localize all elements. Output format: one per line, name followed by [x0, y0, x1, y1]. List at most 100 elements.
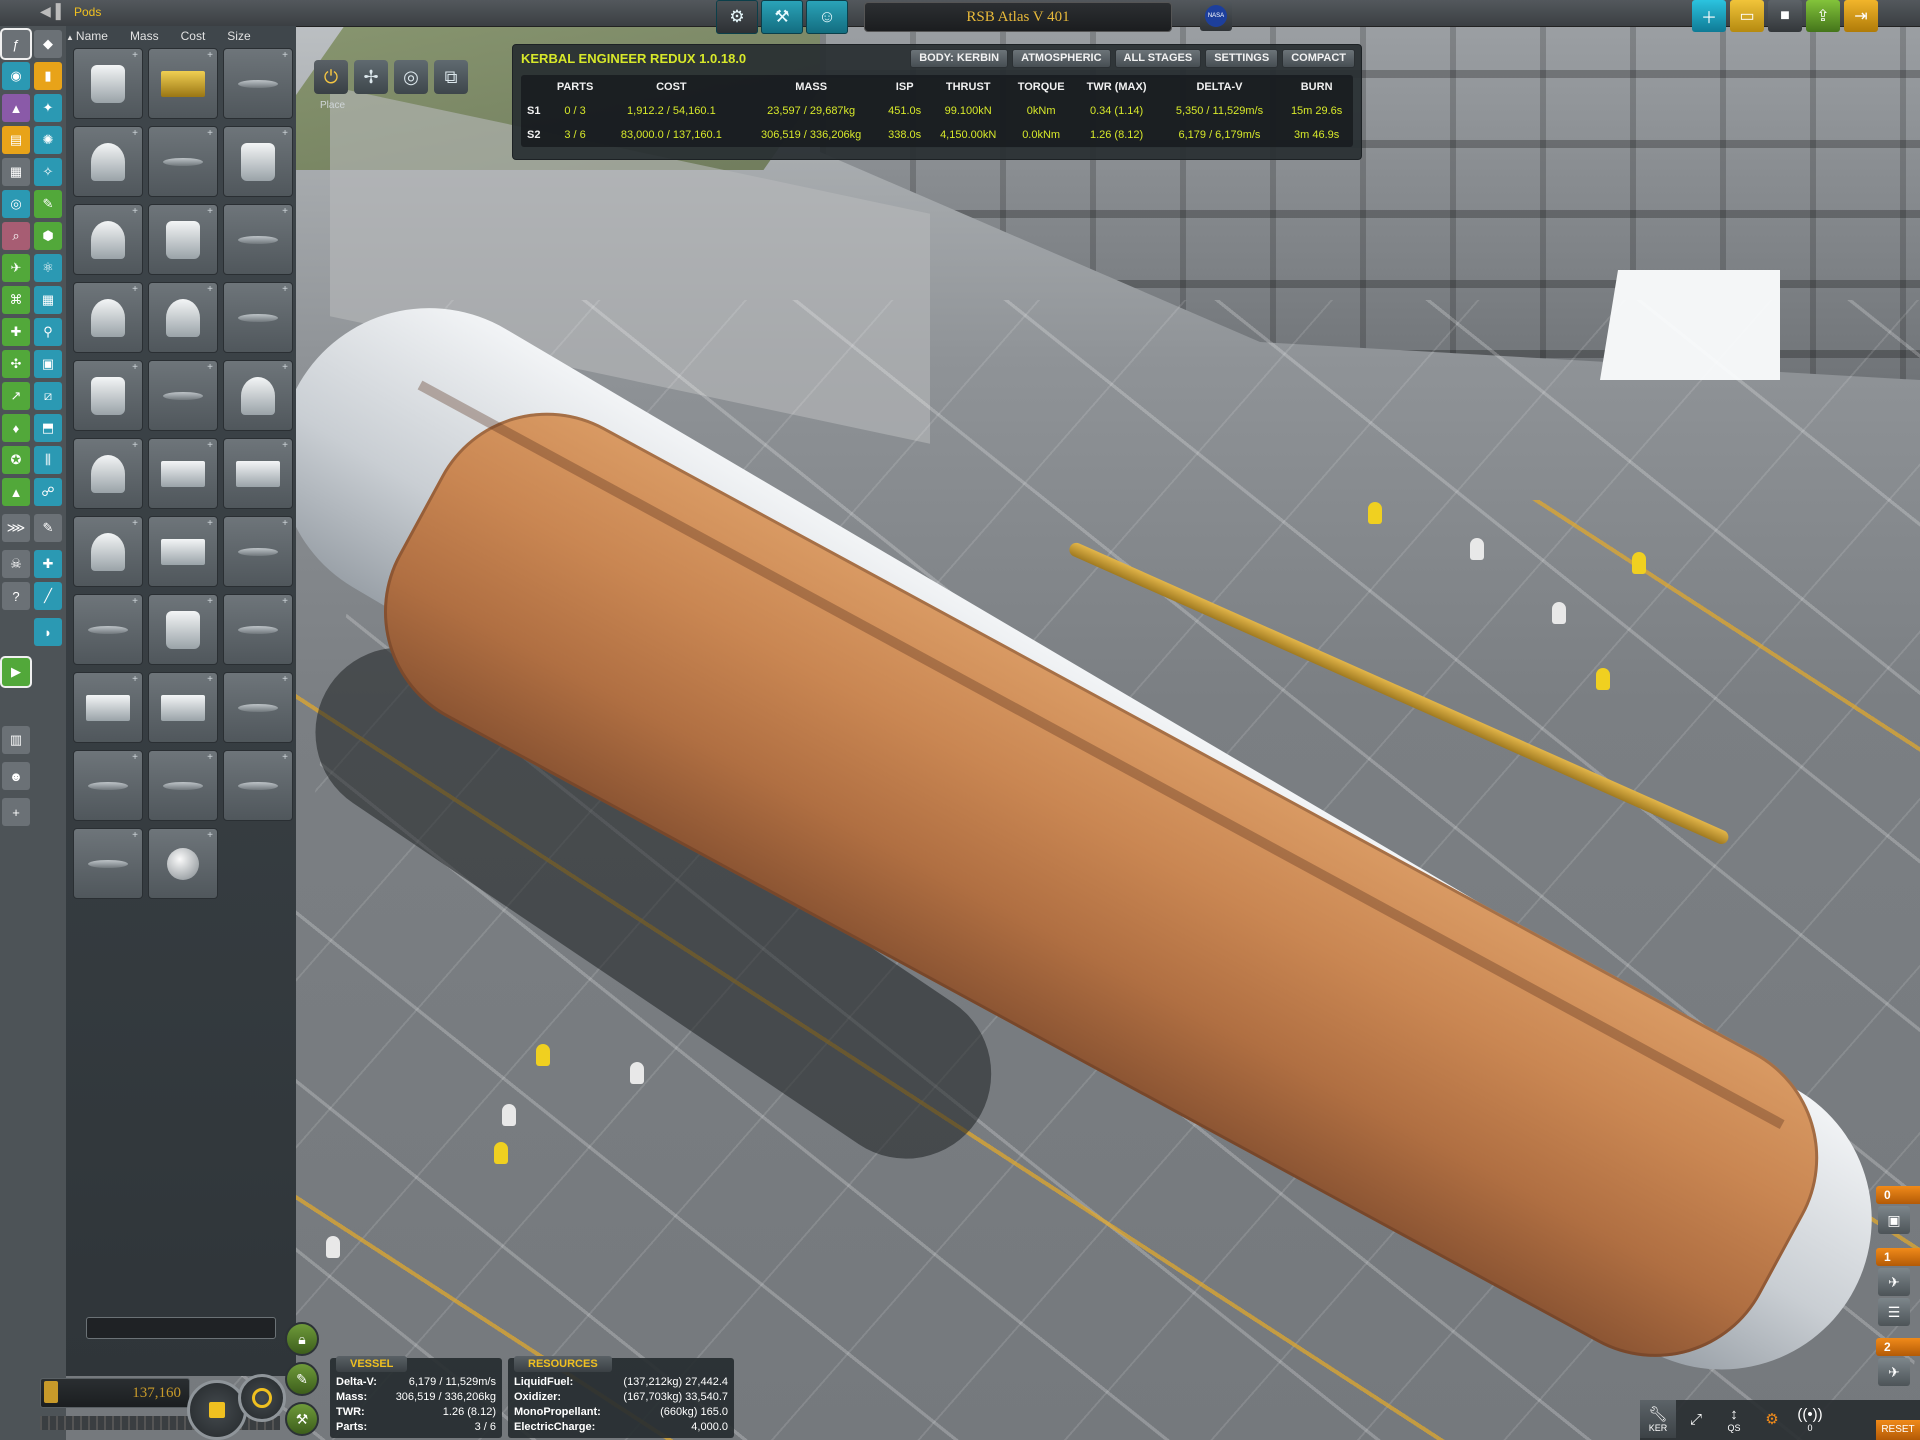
engines-category-icon[interactable]: ▲: [2, 94, 30, 122]
ker-atmospheric-button[interactable]: ATMOSPHERIC: [1012, 49, 1111, 68]
payload-category-icon[interactable]: ▦: [2, 158, 30, 186]
center-of-mass-button[interactable]: ✎: [285, 1362, 319, 1396]
wheels-category-icon[interactable]: ✣: [2, 350, 30, 378]
part-thumbnail[interactable]: +: [73, 282, 143, 353]
part-thumbnail[interactable]: +: [73, 204, 143, 275]
part-thumbnail[interactable]: +: [73, 594, 143, 665]
ship-name-field[interactable]: RSB Atlas V 401: [864, 2, 1172, 32]
part-thumbnail[interactable]: +: [223, 594, 293, 665]
sort-cost-button[interactable]: Cost: [167, 26, 214, 46]
decoupler-category-icon[interactable]: ⬒: [34, 414, 62, 442]
ker-compact-button[interactable]: COMPACT: [1282, 49, 1355, 68]
tag-filter-icon[interactable]: ◆: [34, 30, 62, 58]
antenna-category-icon[interactable]: ◗: [34, 618, 62, 646]
control-category-icon[interactable]: ✦: [34, 94, 62, 122]
part-thumbnail[interactable]: +: [148, 438, 218, 509]
part-thumbnail[interactable]: +: [148, 282, 218, 353]
drill-category-icon[interactable]: ☍: [34, 478, 62, 506]
stage-part-button[interactable]: ✈: [1878, 1358, 1910, 1386]
lights-category-icon[interactable]: ♦: [2, 414, 30, 442]
launch-button[interactable]: ⇪: [1806, 0, 1840, 32]
stage-part-button[interactable]: ☰: [1878, 1298, 1910, 1326]
fuel-tanks-category-icon[interactable]: ▮: [34, 62, 62, 90]
part-thumbnail[interactable]: +: [148, 516, 218, 587]
squad-category-icon[interactable]: ☠: [2, 550, 30, 578]
subassembly-category-icon[interactable]: ▶: [2, 658, 30, 686]
part-thumbnail[interactable]: +: [223, 48, 293, 119]
part-thumbnail[interactable]: +: [148, 204, 218, 275]
ker-settings-button[interactable]: SETTINGS: [1205, 49, 1279, 68]
sort-mass-button[interactable]: Mass: [116, 26, 167, 46]
motor-category-icon[interactable]: ✎: [34, 514, 62, 542]
part-thumbnail[interactable]: +: [148, 360, 218, 431]
ker-body-kerbin-button[interactable]: BODY: KERBIN: [910, 49, 1009, 68]
exit-button[interactable]: ⇥: [1844, 0, 1878, 32]
utility-category-icon[interactable]: ⌘: [2, 286, 30, 314]
propulsion-category-icon[interactable]: ⋙: [2, 514, 30, 542]
place-mode-button[interactable]: ⏻: [314, 60, 348, 94]
reset-button[interactable]: RESET: [1876, 1420, 1920, 1440]
stage-part-button[interactable]: ✈: [1878, 1268, 1910, 1296]
rotate-mode-button[interactable]: ◎: [394, 60, 428, 94]
electrical-category-icon[interactable]: ⌕: [2, 222, 30, 250]
center-of-thrust-button[interactable]: ⚒: [285, 1402, 319, 1436]
flag-button[interactable]: NASA: [1200, 1, 1232, 31]
coupling-category-icon[interactable]: ✺: [34, 126, 62, 154]
part-thumbnail[interactable]: +: [148, 126, 218, 197]
unknown-category-icon[interactable]: ?: [2, 582, 30, 610]
engineer-tools-button[interactable]: ⚒: [761, 0, 803, 34]
sort-size-button[interactable]: Size: [213, 26, 258, 46]
angle-snap-button[interactable]: [238, 1374, 286, 1422]
symmetry-button[interactable]: [187, 1380, 247, 1440]
part-thumbnail[interactable]: +: [73, 672, 143, 743]
tool-category-icon[interactable]: ╱: [34, 582, 62, 610]
quicksave-app-button[interactable]: ↕ QS: [1716, 1400, 1752, 1438]
communication-category-icon[interactable]: ⬢: [34, 222, 62, 250]
thermal-category-icon[interactable]: ✎: [34, 190, 62, 218]
crew-category-icon[interactable]: ☻: [2, 762, 30, 790]
satellite-category-icon[interactable]: ✚: [34, 550, 62, 578]
part-thumbnail[interactable]: +: [223, 360, 293, 431]
rcs-category-icon[interactable]: ✚: [2, 318, 30, 346]
offset-mode-button[interactable]: ✢: [354, 60, 388, 94]
action-groups-button[interactable]: ⚙: [716, 0, 758, 34]
ker-all-stages-button[interactable]: ALL STAGES: [1114, 49, 1202, 68]
settings-app-button[interactable]: ⚙: [1754, 1400, 1790, 1438]
ker-app-button[interactable]: 🔧︎ KER: [1640, 1400, 1676, 1438]
part-thumbnail[interactable]: +: [223, 672, 293, 743]
part-thumbnail[interactable]: +: [148, 672, 218, 743]
docking-category-icon[interactable]: ▣: [34, 350, 62, 378]
part-thumbnail[interactable]: +: [223, 282, 293, 353]
ground-category-icon[interactable]: ◎: [2, 190, 30, 218]
stage-part-button[interactable]: ▣: [1878, 1206, 1910, 1234]
part-thumbnail[interactable]: +: [73, 516, 143, 587]
cargo-category-icon[interactable]: ⚛: [34, 254, 62, 282]
aero-category-icon[interactable]: ✧: [34, 158, 62, 186]
part-thumbnail[interactable]: +: [223, 204, 293, 275]
part-thumbnail[interactable]: +: [223, 126, 293, 197]
stage-group[interactable]: 0 ▣: [1876, 1186, 1920, 1234]
part-thumbnail[interactable]: +: [223, 750, 293, 821]
part-thumbnail[interactable]: +: [73, 828, 143, 899]
part-thumbnail[interactable]: +: [223, 516, 293, 587]
part-thumbnail[interactable]: +: [148, 48, 218, 119]
resize-app-button[interactable]: ⤢: [1678, 1400, 1714, 1438]
ladder-category-icon[interactable]: ⫼: [34, 446, 62, 474]
function-filter-icon[interactable]: ƒ: [2, 30, 30, 58]
landing-category-icon[interactable]: ⚲: [34, 318, 62, 346]
antenna-app-button[interactable]: ((•)) 0: [1792, 1400, 1828, 1438]
structural-category-icon[interactable]: ▤: [2, 126, 30, 154]
part-thumbnail[interactable]: +: [73, 438, 143, 509]
part-thumbnail[interactable]: +: [73, 750, 143, 821]
part-thumbnail[interactable]: +: [73, 360, 143, 431]
collapse-panel-icon[interactable]: ◀▐: [40, 3, 62, 21]
root-mode-button[interactable]: ⧉: [434, 60, 468, 94]
part-thumbnail[interactable]: +: [73, 48, 143, 119]
stage-group[interactable]: 1 ✈ ☰: [1876, 1248, 1920, 1326]
part-thumbnail[interactable]: +: [73, 126, 143, 197]
parachute-category-icon[interactable]: ✪: [2, 446, 30, 474]
robotics-category-icon[interactable]: ▦: [34, 286, 62, 314]
sort-name-button[interactable]: ▲ Name: [66, 26, 116, 46]
solar-category-icon[interactable]: ⧄: [34, 382, 62, 410]
add-category-icon[interactable]: +: [2, 798, 30, 826]
